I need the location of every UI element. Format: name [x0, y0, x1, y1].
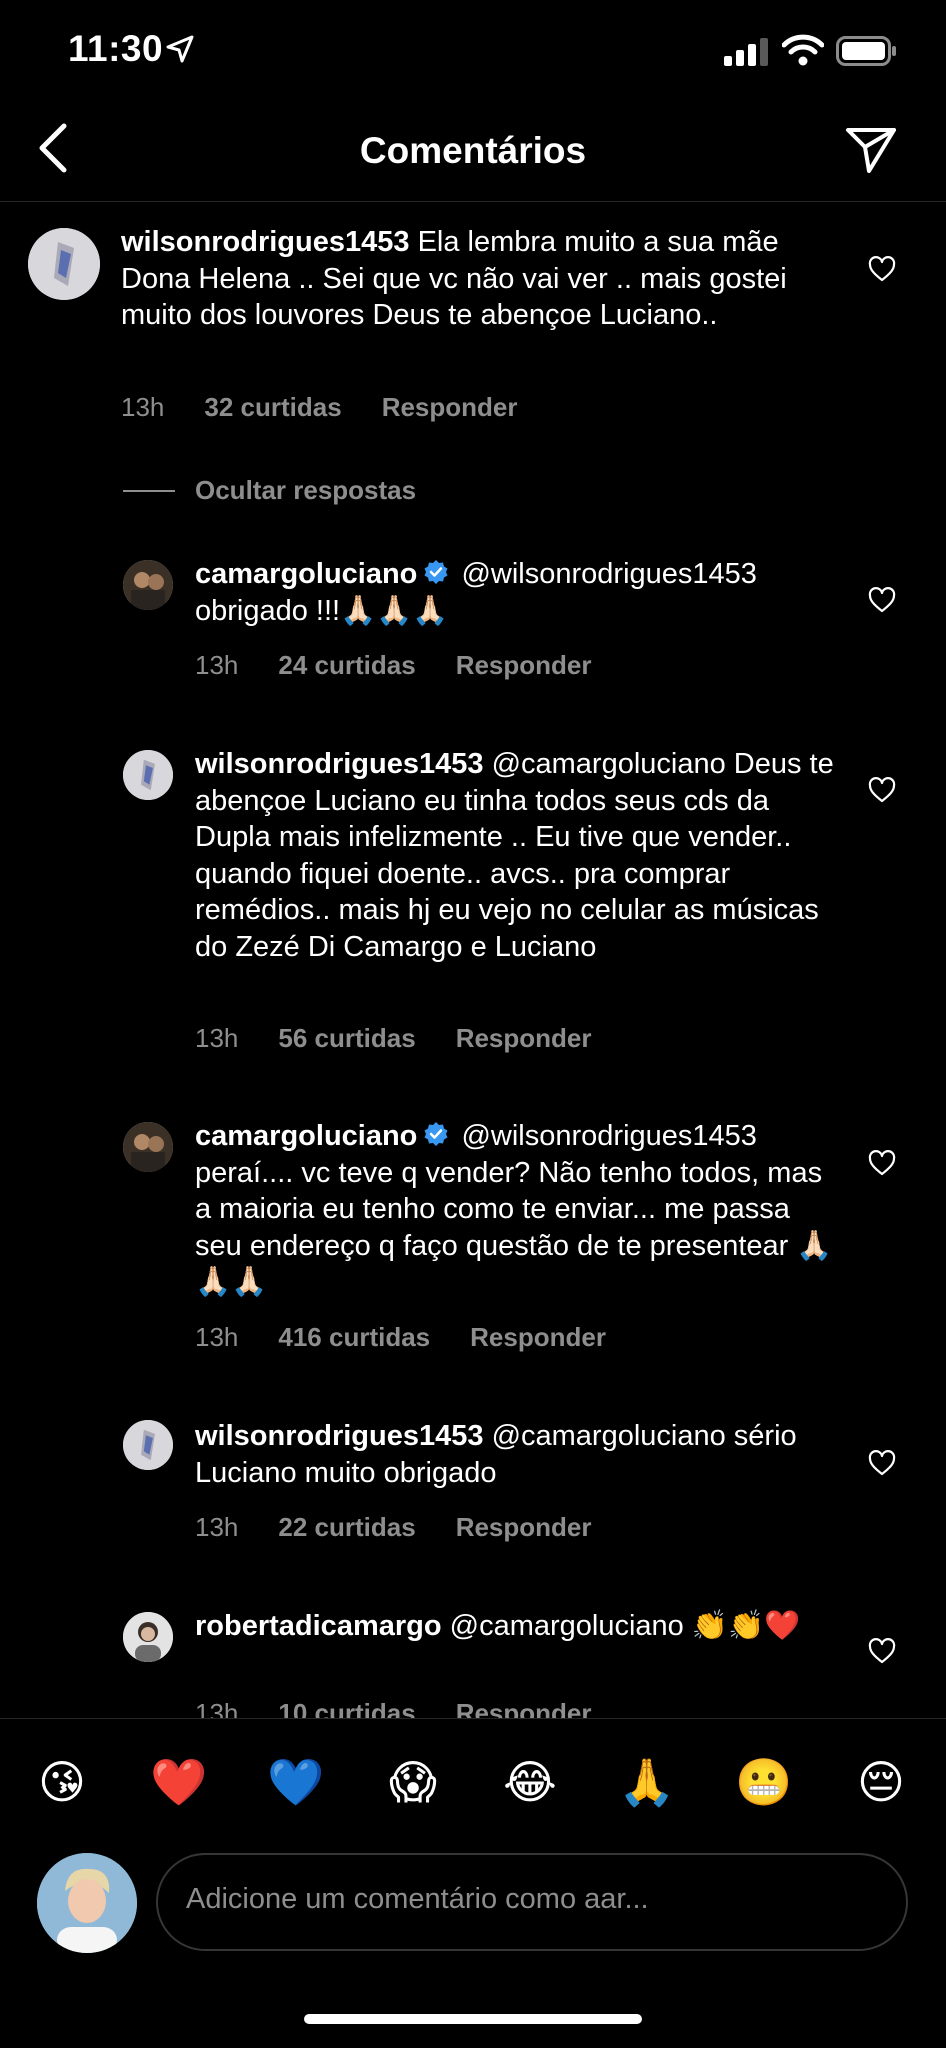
comment-likes[interactable]: 24 curtidas: [278, 650, 415, 680]
comment-likes[interactable]: 22 curtidas: [278, 1512, 415, 1542]
verified-badge-icon: [424, 560, 448, 584]
hide-replies-line: [123, 490, 175, 492]
emoji-button[interactable]: ❤️: [144, 1752, 214, 1812]
emoji-bar-divider: [0, 1718, 946, 1719]
comment-time: 13h: [121, 392, 165, 422]
comment-time: 13h: [195, 1700, 239, 1718]
emoji-button[interactable]: 😬: [729, 1752, 799, 1812]
avatar[interactable]: [123, 1122, 173, 1172]
comment-body: @camargoluciano 👏👏❤️: [449, 1610, 801, 1642]
hide-replies-button[interactable]: Ocultar respostas: [195, 475, 416, 506]
heart-outline-icon[interactable]: [868, 1150, 896, 1176]
avatar[interactable]: [123, 560, 173, 610]
comment-text: robertadicamargo @camargoluciano 👏👏❤️: [195, 1608, 835, 1645]
comment-username[interactable]: camargoluciano: [195, 1120, 417, 1152]
comment-username[interactable]: camargoluciano: [195, 558, 417, 590]
comment-text: wilsonrodrigues1453 Ela lembra muito a s…: [121, 224, 811, 334]
home-indicator: [304, 2014, 642, 2024]
reply-button[interactable]: Responder: [456, 650, 592, 680]
comment-username[interactable]: wilsonrodrigues1453: [195, 1420, 484, 1452]
comment-meta: 13h 56 curtidas Responder: [195, 1023, 632, 1054]
heart-outline-icon[interactable]: [868, 777, 896, 803]
comment-time: 13h: [195, 1322, 239, 1352]
comment-meta: 13h 24 curtidas Responder: [195, 650, 632, 681]
emoji-button[interactable]: 💙: [261, 1752, 331, 1812]
wifi-icon: [782, 34, 824, 66]
emoji-button[interactable]: 😂: [495, 1752, 565, 1812]
cellular-signal-icon: [724, 38, 768, 66]
comment-username[interactable]: wilsonrodrigues1453: [121, 226, 410, 258]
comment-time: 13h: [195, 1023, 239, 1053]
emoji-button[interactable]: 😱: [378, 1752, 448, 1812]
heart-outline-icon[interactable]: [868, 1638, 896, 1664]
comment-likes[interactable]: 10 curtidas: [278, 1700, 415, 1718]
avatar[interactable]: [123, 1420, 173, 1470]
page-title: Comentários: [359, 130, 587, 171]
comment-meta-clip: 13h 10 curtidas Responder: [0, 1700, 946, 1718]
comment-likes[interactable]: 56 curtidas: [278, 1023, 415, 1053]
avatar[interactable]: [123, 1612, 173, 1662]
comment-meta: 13h 416 curtidas Responder: [195, 1322, 646, 1353]
comment-meta: 13h 22 curtidas Responder: [195, 1512, 632, 1543]
reply-button[interactable]: Responder: [382, 392, 518, 422]
avatar[interactable]: [123, 750, 173, 800]
verified-badge-icon: [424, 1122, 448, 1146]
direct-message-icon[interactable]: [845, 126, 897, 174]
current-user-avatar: [37, 1853, 137, 1953]
comment-meta: 13h 10 curtidas Responder: [195, 1700, 632, 1718]
reply-button[interactable]: Responder: [456, 1023, 592, 1053]
comment-text: wilsonrodrigues1453 @camargoluciano séri…: [195, 1418, 835, 1491]
comment-input-placeholder[interactable]: Adicione um comentário como aar...: [186, 1883, 649, 1916]
avatar[interactable]: [28, 228, 100, 300]
heart-outline-icon[interactable]: [868, 587, 896, 613]
emoji-button[interactable]: 🙏: [612, 1752, 682, 1812]
comment-likes[interactable]: 32 curtidas: [204, 392, 341, 422]
emoji-button[interactable]: 😔: [846, 1752, 916, 1812]
reply-button[interactable]: Responder: [456, 1512, 592, 1542]
location-arrow-icon: [166, 35, 194, 63]
comment-body: @camargoluciano Deus te abençoe Luciano …: [195, 748, 834, 963]
comment-time: 13h: [195, 1512, 239, 1542]
battery-icon: [836, 36, 896, 66]
comment-username[interactable]: wilsonrodrigues1453: [195, 748, 484, 780]
header-divider: [0, 201, 946, 202]
comment-text: camargoluciano @wilsonrodrigues1453 pera…: [195, 1118, 835, 1301]
comment-text: wilsonrodrigues1453 @camargoluciano Deus…: [195, 746, 835, 965]
comment-meta: 13h 32 curtidas Responder: [121, 392, 558, 423]
reply-button[interactable]: Responder: [470, 1322, 606, 1352]
comment-text: camargoluciano @wilsonrodrigues1453 obri…: [195, 556, 835, 629]
comment-username[interactable]: robertadicamargo: [195, 1610, 442, 1642]
comment-time: 13h: [195, 650, 239, 680]
heart-outline-icon[interactable]: [868, 256, 896, 282]
heart-outline-icon[interactable]: [868, 1450, 896, 1476]
comment-likes[interactable]: 416 curtidas: [278, 1322, 430, 1352]
reply-button[interactable]: Responder: [456, 1700, 592, 1718]
emoji-button[interactable]: 😘: [27, 1752, 97, 1812]
status-time: 11:30: [68, 28, 164, 69]
